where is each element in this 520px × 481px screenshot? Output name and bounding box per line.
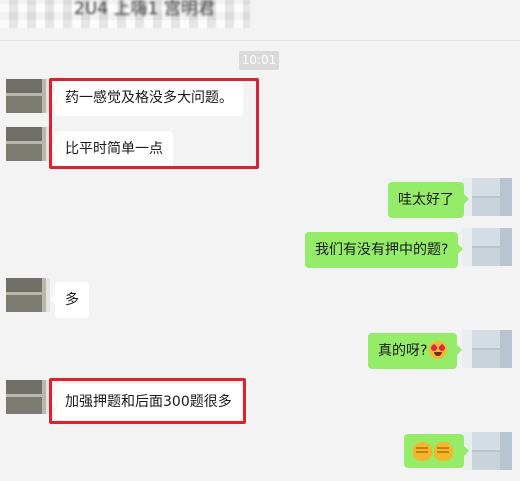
- message-text: 真的呀?: [378, 343, 428, 359]
- self-avatar[interactable]: [462, 330, 512, 368]
- contact-avatar[interactable]: [6, 380, 50, 414]
- contact-avatar[interactable]: [6, 278, 50, 312]
- message-bubble-outgoing[interactable]: [404, 434, 469, 468]
- message-bubble-incoming[interactable]: 比平时简单一点: [50, 131, 173, 167]
- self-avatar[interactable]: [462, 228, 512, 266]
- fist-bump-icon: [434, 441, 453, 461]
- fist-bump-icon: [413, 441, 432, 461]
- message-bubble-incoming[interactable]: 加强押题和后面300题很多: [50, 384, 242, 420]
- message-bubble-outgoing[interactable]: 真的呀?: [368, 333, 463, 369]
- message-bubble-outgoing[interactable]: 哇太好了: [388, 182, 469, 218]
- message-timestamp: 10:01: [239, 51, 279, 70]
- contact-avatar[interactable]: [6, 127, 50, 161]
- self-avatar[interactable]: [462, 178, 512, 216]
- chat-title-bar: 2U4 上嗨1 宫明君: [0, 0, 520, 41]
- self-avatar[interactable]: [462, 432, 512, 470]
- message-bubble-incoming[interactable]: 药一感觉及格没多大问题。: [50, 80, 243, 116]
- message-bubble-incoming[interactable]: 多: [50, 282, 89, 318]
- chat-title: 2U4 上嗨1 宫明君: [74, 0, 215, 19]
- star-struck-face-icon: [429, 341, 448, 359]
- contact-avatar[interactable]: [6, 79, 50, 113]
- message-bubble-outgoing[interactable]: 我们有没有押中的题?: [305, 232, 464, 268]
